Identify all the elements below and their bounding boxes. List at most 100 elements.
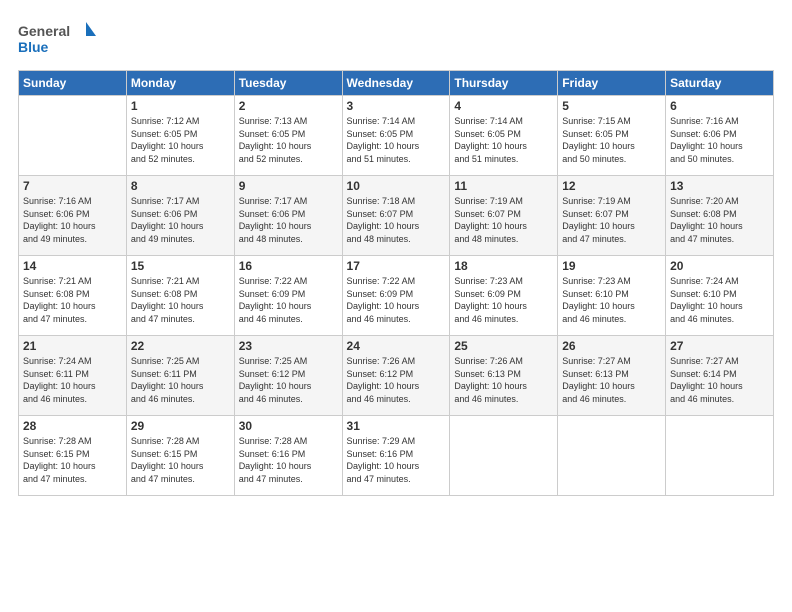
day-number: 20 xyxy=(670,259,769,273)
cell-info: Sunrise: 7:24 AM Sunset: 6:11 PM Dayligh… xyxy=(23,355,122,405)
page: General Blue SundayMondayTuesdayWednesda… xyxy=(0,0,792,612)
day-number: 9 xyxy=(239,179,338,193)
calendar-week-1: 7 Sunrise: 7:16 AM Sunset: 6:06 PM Daylig… xyxy=(19,176,774,256)
calendar-cell: 19 Sunrise: 7:23 AM Sunset: 6:10 PM Dayli… xyxy=(558,256,666,336)
calendar-cell xyxy=(19,96,127,176)
calendar-col-thursday: Thursday xyxy=(450,71,558,96)
logo-svg: General Blue xyxy=(18,18,98,60)
day-number: 29 xyxy=(131,419,230,433)
cell-info: Sunrise: 7:20 AM Sunset: 6:08 PM Dayligh… xyxy=(670,195,769,245)
day-number: 26 xyxy=(562,339,661,353)
cell-info: Sunrise: 7:25 AM Sunset: 6:12 PM Dayligh… xyxy=(239,355,338,405)
cell-info: Sunrise: 7:28 AM Sunset: 6:15 PM Dayligh… xyxy=(23,435,122,485)
calendar-cell: 28 Sunrise: 7:28 AM Sunset: 6:15 PM Dayli… xyxy=(19,416,127,496)
header: General Blue xyxy=(18,18,774,60)
day-number: 4 xyxy=(454,99,553,113)
calendar-cell: 22 Sunrise: 7:25 AM Sunset: 6:11 PM Dayli… xyxy=(126,336,234,416)
calendar-cell: 15Sunrise: 7:21 AM Sunset: 6:08 PM Dayli… xyxy=(126,256,234,336)
calendar-cell: 20 Sunrise: 7:24 AM Sunset: 6:10 PM Dayli… xyxy=(666,256,774,336)
calendar-col-friday: Friday xyxy=(558,71,666,96)
day-number: 18 xyxy=(454,259,553,273)
calendar-week-4: 28 Sunrise: 7:28 AM Sunset: 6:15 PM Dayli… xyxy=(19,416,774,496)
calendar-col-tuesday: Tuesday xyxy=(234,71,342,96)
calendar-col-monday: Monday xyxy=(126,71,234,96)
day-number: 5 xyxy=(562,99,661,113)
calendar-cell: 3 Sunrise: 7:14 AM Sunset: 6:05 PM Daylig… xyxy=(342,96,450,176)
calendar-cell: 1 Sunrise: 7:12 AM Sunset: 6:05 PM Daylig… xyxy=(126,96,234,176)
cell-info: Sunrise: 7:28 AM Sunset: 6:15 PM Dayligh… xyxy=(131,435,230,485)
cell-info: Sunrise: 7:28 AM Sunset: 6:16 PM Dayligh… xyxy=(239,435,338,485)
cell-info: Sunrise: 7:14 AM Sunset: 6:05 PM Dayligh… xyxy=(347,115,446,165)
day-number: 31 xyxy=(347,419,446,433)
cell-info: Sunrise: 7:24 AM Sunset: 6:10 PM Dayligh… xyxy=(670,275,769,325)
day-number: 6 xyxy=(670,99,769,113)
calendar-col-sunday: Sunday xyxy=(19,71,127,96)
calendar-week-0: 1 Sunrise: 7:12 AM Sunset: 6:05 PM Daylig… xyxy=(19,96,774,176)
day-number: 21 xyxy=(23,339,122,353)
calendar-cell: 8 Sunrise: 7:17 AM Sunset: 6:06 PM Daylig… xyxy=(126,176,234,256)
calendar-cell: 5 Sunrise: 7:15 AM Sunset: 6:05 PM Daylig… xyxy=(558,96,666,176)
day-number: 15 xyxy=(131,259,230,273)
day-number: 3 xyxy=(347,99,446,113)
cell-info: Sunrise: 7:26 AM Sunset: 6:12 PM Dayligh… xyxy=(347,355,446,405)
cell-info: Sunrise: 7:15 AM Sunset: 6:05 PM Dayligh… xyxy=(562,115,661,165)
svg-text:General: General xyxy=(18,23,70,39)
cell-info: Sunrise: 7:19 AM Sunset: 6:07 PM Dayligh… xyxy=(454,195,553,245)
day-number: 28 xyxy=(23,419,122,433)
day-number: 13 xyxy=(670,179,769,193)
day-number: 22 xyxy=(131,339,230,353)
cell-info: Sunrise: 7:22 AM Sunset: 6:09 PM Dayligh… xyxy=(239,275,338,325)
cell-info: Sunrise: 7:25 AM Sunset: 6:11 PM Dayligh… xyxy=(131,355,230,405)
cell-info: Sunrise: 7:17 AM Sunset: 6:06 PM Dayligh… xyxy=(131,195,230,245)
calendar-cell: 25Sunrise: 7:26 AM Sunset: 6:13 PM Dayli… xyxy=(450,336,558,416)
calendar-cell: 7 Sunrise: 7:16 AM Sunset: 6:06 PM Daylig… xyxy=(19,176,127,256)
calendar-cell: 18Sunrise: 7:23 AM Sunset: 6:09 PM Dayli… xyxy=(450,256,558,336)
cell-info: Sunrise: 7:12 AM Sunset: 6:05 PM Dayligh… xyxy=(131,115,230,165)
calendar-cell: 6Sunrise: 7:16 AM Sunset: 6:06 PM Daylig… xyxy=(666,96,774,176)
calendar-week-3: 21 Sunrise: 7:24 AM Sunset: 6:11 PM Dayli… xyxy=(19,336,774,416)
calendar-cell: 13 Sunrise: 7:20 AM Sunset: 6:08 PM Dayli… xyxy=(666,176,774,256)
calendar-cell: 24Sunrise: 7:26 AM Sunset: 6:12 PM Dayli… xyxy=(342,336,450,416)
svg-text:Blue: Blue xyxy=(18,39,49,55)
calendar-week-2: 14 Sunrise: 7:21 AM Sunset: 6:08 PM Dayli… xyxy=(19,256,774,336)
calendar-cell: 21 Sunrise: 7:24 AM Sunset: 6:11 PM Dayli… xyxy=(19,336,127,416)
day-number: 11 xyxy=(454,179,553,193)
day-number: 12 xyxy=(562,179,661,193)
cell-info: Sunrise: 7:18 AM Sunset: 6:07 PM Dayligh… xyxy=(347,195,446,245)
day-number: 7 xyxy=(23,179,122,193)
day-number: 2 xyxy=(239,99,338,113)
logo: General Blue xyxy=(18,18,98,60)
cell-info: Sunrise: 7:13 AM Sunset: 6:05 PM Dayligh… xyxy=(239,115,338,165)
calendar-col-wednesday: Wednesday xyxy=(342,71,450,96)
day-number: 30 xyxy=(239,419,338,433)
calendar-cell: 14 Sunrise: 7:21 AM Sunset: 6:08 PM Dayli… xyxy=(19,256,127,336)
calendar-cell xyxy=(666,416,774,496)
day-number: 10 xyxy=(347,179,446,193)
cell-info: Sunrise: 7:23 AM Sunset: 6:10 PM Dayligh… xyxy=(562,275,661,325)
day-number: 17 xyxy=(347,259,446,273)
calendar-cell: 9 Sunrise: 7:17 AM Sunset: 6:06 PM Daylig… xyxy=(234,176,342,256)
calendar-table: SundayMondayTuesdayWednesdayThursdayFrid… xyxy=(18,70,774,496)
calendar-cell: 11 Sunrise: 7:19 AM Sunset: 6:07 PM Dayli… xyxy=(450,176,558,256)
calendar-cell xyxy=(558,416,666,496)
calendar-cell: 2 Sunrise: 7:13 AM Sunset: 6:05 PM Daylig… xyxy=(234,96,342,176)
day-number: 19 xyxy=(562,259,661,273)
cell-info: Sunrise: 7:14 AM Sunset: 6:05 PM Dayligh… xyxy=(454,115,553,165)
cell-info: Sunrise: 7:21 AM Sunset: 6:08 PM Dayligh… xyxy=(23,275,122,325)
calendar-cell: 27 Sunrise: 7:27 AM Sunset: 6:14 PM Dayli… xyxy=(666,336,774,416)
calendar-cell: 10 Sunrise: 7:18 AM Sunset: 6:07 PM Dayli… xyxy=(342,176,450,256)
day-number: 25 xyxy=(454,339,553,353)
calendar-cell: 26 Sunrise: 7:27 AM Sunset: 6:13 PM Dayli… xyxy=(558,336,666,416)
day-number: 14 xyxy=(23,259,122,273)
cell-info: Sunrise: 7:27 AM Sunset: 6:13 PM Dayligh… xyxy=(562,355,661,405)
cell-info: Sunrise: 7:17 AM Sunset: 6:06 PM Dayligh… xyxy=(239,195,338,245)
day-number: 16 xyxy=(239,259,338,273)
calendar-col-saturday: Saturday xyxy=(666,71,774,96)
cell-info: Sunrise: 7:16 AM Sunset: 6:06 PM Dayligh… xyxy=(23,195,122,245)
day-number: 27 xyxy=(670,339,769,353)
day-number: 8 xyxy=(131,179,230,193)
calendar-header-row: SundayMondayTuesdayWednesdayThursdayFrid… xyxy=(19,71,774,96)
cell-info: Sunrise: 7:29 AM Sunset: 6:16 PM Dayligh… xyxy=(347,435,446,485)
day-number: 1 xyxy=(131,99,230,113)
cell-info: Sunrise: 7:27 AM Sunset: 6:14 PM Dayligh… xyxy=(670,355,769,405)
